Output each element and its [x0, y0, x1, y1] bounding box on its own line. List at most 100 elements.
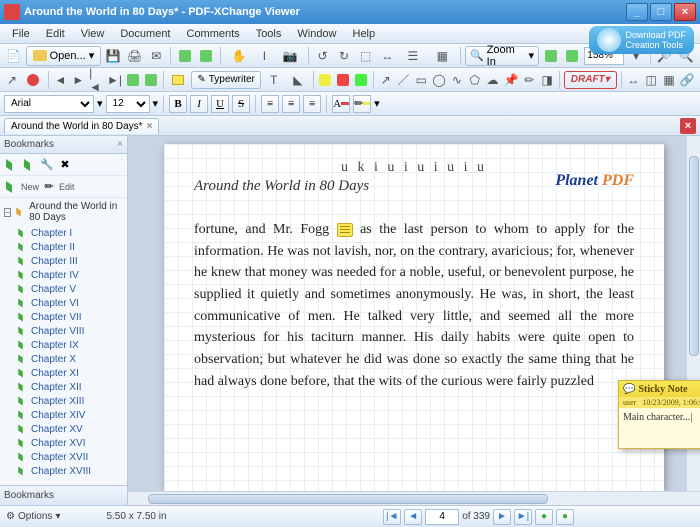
- select-tool-icon[interactable]: I: [255, 46, 275, 66]
- nav-back-button[interactable]: ●: [535, 509, 553, 525]
- zoom-mode[interactable]: 🔍Zoom In▾: [465, 46, 539, 66]
- nav-prev-icon[interactable]: ◄: [53, 70, 69, 90]
- nav-fwd-icon[interactable]: [143, 70, 159, 90]
- menu-file[interactable]: File: [4, 26, 38, 42]
- bookmark-item[interactable]: Chapter XVI: [2, 436, 125, 450]
- bookmark-root[interactable]: − Around the World in 80 Days: [2, 200, 125, 224]
- export-icon[interactable]: ↗: [4, 70, 20, 90]
- fit-width-icon[interactable]: ↔: [378, 46, 398, 66]
- minimize-button[interactable]: _: [626, 3, 648, 21]
- bookmark-item[interactable]: Chapter II: [2, 240, 125, 254]
- bookmark-item[interactable]: Chapter VIII: [2, 324, 125, 338]
- save-icon[interactable]: 💾: [103, 46, 123, 66]
- measure-area-icon[interactable]: ▦: [661, 70, 677, 90]
- nav-back-icon[interactable]: [125, 70, 141, 90]
- bm-collapse-icon[interactable]: [21, 157, 37, 173]
- expand-icon[interactable]: −: [4, 208, 11, 217]
- bookmark-item[interactable]: Chapter I: [2, 226, 125, 240]
- bookmarks-tree[interactable]: − Around the World in 80 Days Chapter IC…: [0, 198, 127, 485]
- strike-tool-icon[interactable]: [335, 70, 351, 90]
- first-page-button[interactable]: |◄: [383, 509, 401, 525]
- view-icon[interactable]: ▦: [429, 46, 456, 66]
- security-icon[interactable]: [22, 70, 44, 90]
- nav-first-icon[interactable]: |◄: [88, 70, 104, 90]
- highlight-tool-icon[interactable]: [318, 70, 334, 90]
- rotate-cw-icon[interactable]: ↻: [334, 46, 354, 66]
- nav-fwd-button[interactable]: ●: [556, 509, 574, 525]
- underline-button[interactable]: U: [211, 95, 229, 113]
- align-left-button[interactable]: ≡: [261, 95, 279, 113]
- scrollbar-thumb[interactable]: [148, 494, 548, 504]
- nav-last-icon[interactable]: ►|: [106, 70, 123, 90]
- bookmark-item[interactable]: Chapter III: [2, 254, 125, 268]
- menu-tools[interactable]: Tools: [248, 26, 290, 42]
- text-color-button[interactable]: A: [332, 95, 350, 113]
- measure-perim-icon[interactable]: ◫: [643, 70, 659, 90]
- rotate-ccw-icon[interactable]: ↺: [313, 46, 333, 66]
- layout-icon[interactable]: ☰: [399, 46, 426, 66]
- zoom-out-icon[interactable]: [541, 46, 561, 66]
- bookmark-item[interactable]: Chapter IX: [2, 338, 125, 352]
- bookmark-item[interactable]: Chapter XIII: [2, 394, 125, 408]
- underline-tool-icon[interactable]: [353, 70, 369, 90]
- bm-expand-icon[interactable]: [3, 157, 19, 173]
- bookmark-item[interactable]: Chapter VII: [2, 310, 125, 324]
- new-icon[interactable]: 📄: [4, 46, 24, 66]
- line-tool-icon[interactable]: ／: [396, 70, 412, 90]
- menu-comments[interactable]: Comments: [179, 26, 248, 42]
- bm-props-icon[interactable]: 🔧: [39, 157, 55, 173]
- pencil-tool-icon[interactable]: ✏: [521, 70, 537, 90]
- stamp-button[interactable]: DRAFT▾: [564, 71, 617, 89]
- options-button[interactable]: ⚙Options▾: [6, 511, 60, 522]
- menu-window[interactable]: Window: [289, 26, 344, 42]
- bookmark-item[interactable]: Chapter VI: [2, 296, 125, 310]
- bookmark-item[interactable]: Chapter V: [2, 282, 125, 296]
- sticky-note-header[interactable]: 💬 Sticky Note �海 ×: [619, 381, 700, 397]
- undo-icon[interactable]: [175, 46, 195, 66]
- font-size-select[interactable]: 12: [106, 95, 150, 113]
- polyline-tool-icon[interactable]: ∿: [449, 70, 465, 90]
- menu-help[interactable]: Help: [345, 26, 384, 42]
- prev-page-button[interactable]: ◄: [404, 509, 422, 525]
- eraser-tool-icon[interactable]: ◨: [539, 70, 555, 90]
- scrollbar-thumb[interactable]: [689, 156, 699, 356]
- open-button[interactable]: Open...▾: [26, 46, 102, 66]
- oval-tool-icon[interactable]: ◯: [431, 70, 447, 90]
- horizontal-scrollbar[interactable]: [128, 491, 700, 505]
- typewriter-button[interactable]: ✎Typewriter: [191, 71, 261, 89]
- align-center-button[interactable]: ≡: [282, 95, 300, 113]
- bookmark-item[interactable]: Chapter XVIII: [2, 464, 125, 478]
- maximize-button[interactable]: □: [650, 3, 672, 21]
- snapshot-icon[interactable]: 📷: [276, 46, 303, 66]
- print-icon[interactable]: 🖨: [125, 46, 145, 66]
- bookmark-item[interactable]: Chapter XIV: [2, 408, 125, 422]
- sticky-note-popup[interactable]: 💬 Sticky Note �海 × user10/23/2009, 1:06:…: [618, 380, 700, 449]
- measure-dist-icon[interactable]: ↔: [625, 70, 641, 90]
- hand-tool-icon[interactable]: ✋: [225, 46, 252, 66]
- menu-document[interactable]: Document: [112, 26, 178, 42]
- sticky-note-marker-icon[interactable]: [337, 223, 353, 237]
- sticky-note-body[interactable]: Main character...|: [619, 408, 700, 448]
- close-all-tabs-button[interactable]: ×: [680, 118, 696, 134]
- redo-icon[interactable]: [197, 46, 217, 66]
- menu-view[interactable]: View: [73, 26, 113, 42]
- bookmark-item[interactable]: Chapter XV: [2, 422, 125, 436]
- tab-close-icon[interactable]: ×: [147, 121, 153, 132]
- bookmark-item[interactable]: Chapter IV: [2, 268, 125, 282]
- bookmarks-footer-tab[interactable]: Bookmarks: [0, 485, 127, 505]
- email-icon[interactable]: ✉: [146, 46, 166, 66]
- bm-edit-icon[interactable]: ✏: [41, 179, 57, 195]
- download-badge[interactable]: Download PDFCreation Tools: [589, 26, 694, 54]
- italic-button[interactable]: I: [190, 95, 208, 113]
- close-button[interactable]: ×: [674, 3, 696, 21]
- page-area[interactable]: u k i u i u i u i u Around the World in …: [128, 136, 700, 491]
- sticky-note-tool-icon[interactable]: [167, 70, 189, 90]
- bookmark-item[interactable]: Chapter XII: [2, 380, 125, 394]
- strike-button[interactable]: S: [232, 95, 250, 113]
- bm-delete-icon[interactable]: ✖: [57, 157, 73, 173]
- menu-edit[interactable]: Edit: [38, 26, 73, 42]
- bookmark-item[interactable]: Chapter X: [2, 352, 125, 366]
- font-family-select[interactable]: Arial: [4, 95, 94, 113]
- panel-close-icon[interactable]: ×: [117, 139, 123, 150]
- pushpin-tool-icon[interactable]: 📌: [502, 70, 519, 90]
